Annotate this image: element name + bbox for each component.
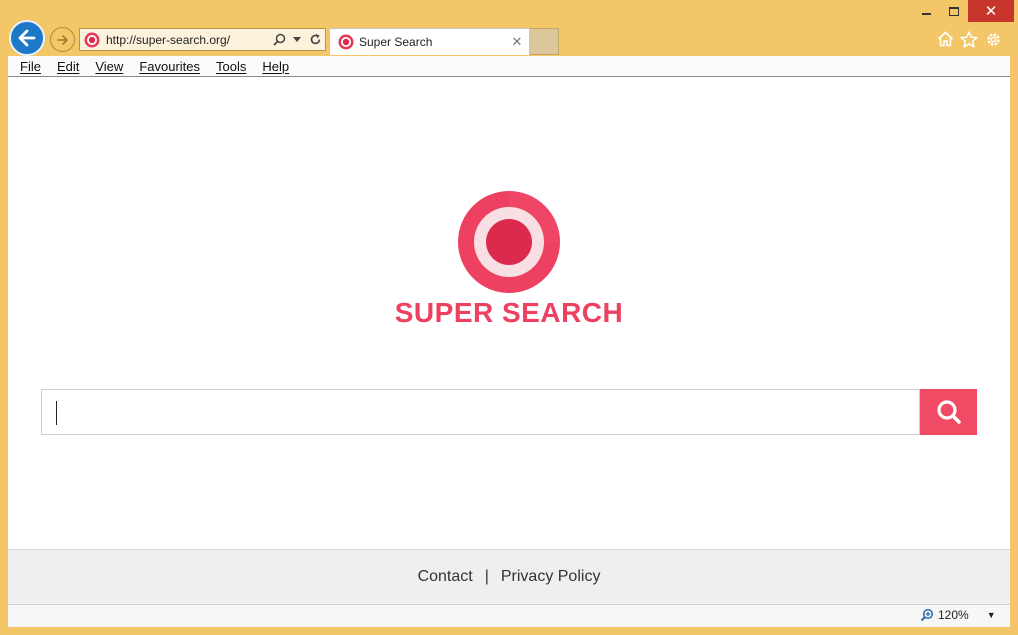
tab-super-search[interactable]: Super Search ✕ bbox=[329, 28, 530, 55]
menu-favourites[interactable]: Favourites bbox=[131, 59, 208, 74]
arrow-left-icon bbox=[18, 29, 36, 47]
close-icon: ✕ bbox=[984, 3, 998, 20]
contact-link[interactable]: Contact bbox=[418, 568, 473, 586]
home-icon[interactable] bbox=[935, 29, 955, 49]
text-caret bbox=[56, 401, 57, 425]
menu-edit[interactable]: Edit bbox=[49, 59, 87, 74]
new-tab-button[interactable] bbox=[530, 28, 559, 55]
close-window-button[interactable]: ✕ bbox=[968, 0, 1014, 22]
search-input[interactable] bbox=[41, 389, 920, 435]
menu-tools[interactable]: Tools bbox=[208, 59, 254, 74]
search-icon[interactable] bbox=[271, 33, 287, 46]
logo-wordmark: SUPER SEARCH bbox=[394, 297, 624, 328]
browser-titlebar: ✕ http://super-search.org/ Super Search … bbox=[0, 0, 1018, 56]
page-content: SUPER SEARCH bbox=[8, 77, 1010, 549]
page-footer: Contact | Privacy Policy bbox=[8, 549, 1010, 604]
menu-view[interactable]: View bbox=[87, 59, 131, 74]
maximize-icon bbox=[949, 6, 959, 16]
zoom-level: 120% bbox=[938, 608, 969, 622]
refresh-icon[interactable] bbox=[307, 33, 323, 46]
forward-button[interactable] bbox=[50, 27, 75, 52]
minimize-button[interactable] bbox=[912, 0, 940, 22]
menu-file[interactable]: File bbox=[12, 59, 49, 74]
footer-separator: | bbox=[484, 568, 489, 585]
star-icon[interactable] bbox=[959, 29, 979, 49]
target-logo-icon bbox=[458, 191, 560, 293]
chevron-down-icon[interactable] bbox=[289, 36, 305, 43]
search-button[interactable] bbox=[920, 389, 977, 435]
minimize-icon bbox=[921, 13, 931, 15]
maximize-button[interactable] bbox=[940, 0, 968, 22]
tab-close-icon[interactable]: ✕ bbox=[507, 34, 527, 50]
privacy-policy-link[interactable]: Privacy Policy bbox=[501, 568, 601, 586]
zoom-icon bbox=[920, 608, 934, 622]
site-favicon-icon bbox=[84, 32, 100, 47]
menu-help[interactable]: Help bbox=[254, 59, 297, 74]
address-url[interactable]: http://super-search.org/ bbox=[106, 33, 271, 47]
back-button[interactable] bbox=[9, 20, 45, 56]
menu-bar: File Edit View Favourites Tools Help bbox=[8, 56, 1010, 77]
tab-favicon-icon bbox=[338, 34, 354, 50]
zoom-control[interactable]: 120% ▼ bbox=[920, 608, 996, 622]
address-bar[interactable]: http://super-search.org/ bbox=[79, 28, 326, 51]
gear-icon[interactable] bbox=[983, 29, 1003, 49]
arrow-right-icon bbox=[56, 34, 68, 45]
status-bar: 120% ▼ bbox=[8, 604, 1010, 627]
tab-title: Super Search bbox=[359, 35, 433, 49]
chevron-down-icon[interactable]: ▼ bbox=[987, 610, 996, 620]
search-icon bbox=[936, 400, 961, 424]
